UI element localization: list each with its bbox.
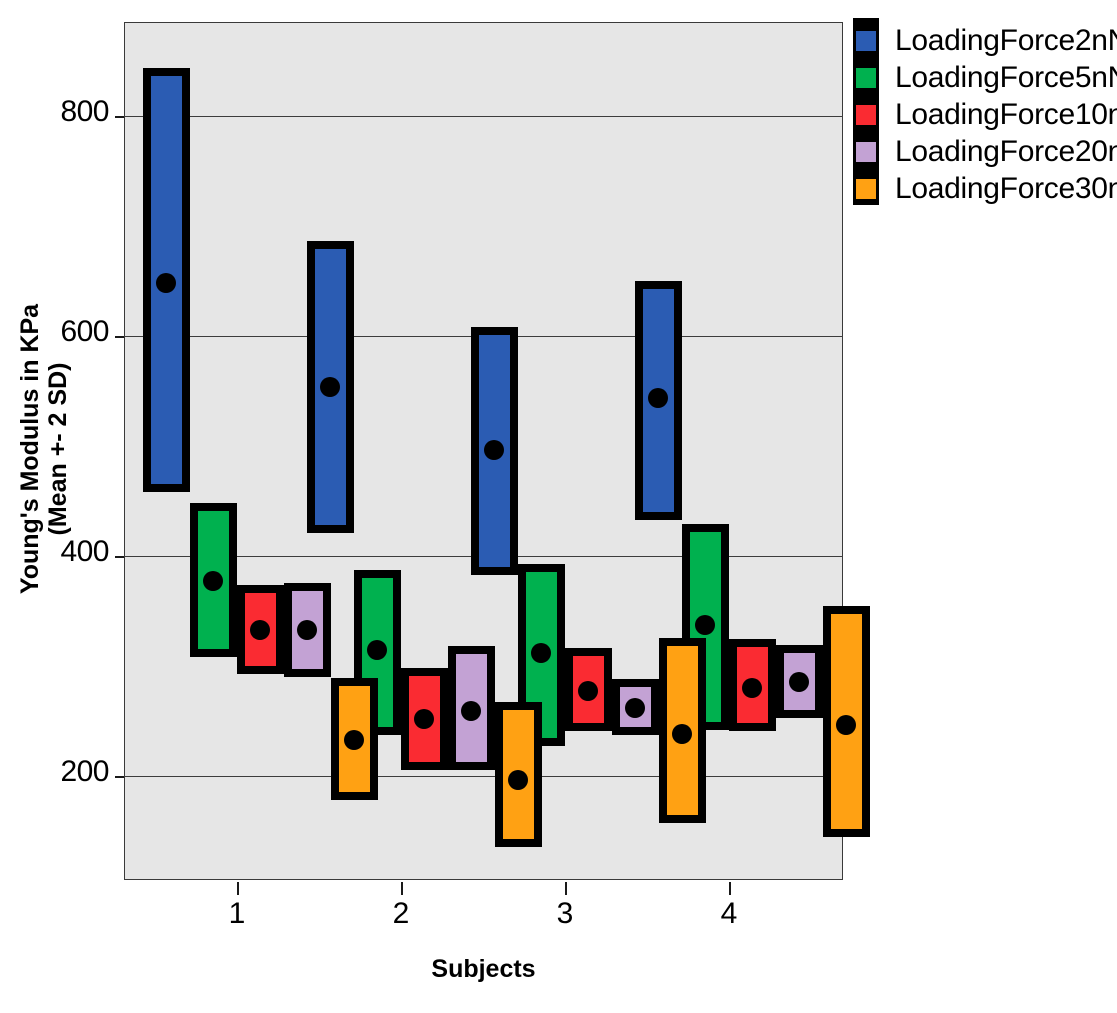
x-tick-mark (729, 882, 731, 895)
y-tick-label: 800 (60, 94, 109, 128)
y-tick-mark (115, 336, 124, 338)
mean-marker-LoadingForce5nN-subject-4 (695, 614, 715, 635)
x-tick-label: 4 (720, 897, 738, 930)
mean-marker-LoadingForce10nN-subject-3 (578, 680, 598, 701)
x-tick-mark (565, 882, 567, 895)
mean-marker-LoadingForce2nN-subject-3 (484, 439, 504, 460)
legend-item-label: LoadingForce30nN (895, 172, 1117, 205)
legend-color-swatch-icon (855, 178, 877, 200)
legend-color-swatch-icon (855, 67, 877, 89)
legend-item-LoadingForce30nN[interactable]: LoadingForce30nN (855, 172, 1117, 206)
mean-marker-LoadingForce5nN-subject-1 (203, 570, 223, 591)
x-tick-label: 2 (392, 897, 410, 930)
legend: LoadingForce2nN LoadingForce5nN LoadingFor… (853, 18, 1117, 208)
legend-color-swatch-icon (855, 30, 877, 52)
y-tick-mark (115, 556, 124, 558)
y-tick-mark (115, 776, 124, 778)
y-tick-label: 200 (60, 754, 109, 788)
legend-item-label: LoadingForce2nN (895, 24, 1117, 57)
legend-item-label: LoadingForce5nN (895, 61, 1117, 94)
x-tick-label: 1 (228, 897, 246, 930)
legend-color-swatch-icon (855, 141, 877, 163)
mean-marker-LoadingForce20nN-subject-2 (461, 700, 481, 721)
legend-color-swatch-icon (855, 104, 877, 126)
mean-marker-LoadingForce30nN-subject-3 (672, 723, 692, 744)
mean-marker-LoadingForce20nN-subject-4 (789, 672, 809, 692)
x-tick-mark (401, 882, 403, 895)
legend-item-LoadingForce2nN[interactable]: LoadingForce2nN (855, 24, 1117, 58)
gridline (124, 776, 843, 777)
x-axis-title: Subjects (431, 955, 536, 983)
legend-item-LoadingForce5nN[interactable]: LoadingForce5nN (855, 61, 1117, 95)
legend-item-LoadingForce20nN[interactable]: LoadingForce20nN (855, 135, 1117, 169)
mean-marker-LoadingForce5nN-subject-2 (367, 640, 387, 661)
legend-item-label: LoadingForce20nN (895, 135, 1117, 168)
legend-item-label: LoadingForce10nN (895, 98, 1117, 131)
mean-marker-LoadingForce10nN-subject-4 (742, 677, 762, 698)
mean-marker-LoadingForce2nN-subject-1 (156, 272, 176, 293)
y-axis-title: Young's Modulus in KPa (Mean +- 2 SD) (16, 303, 72, 595)
y-tick-mark (115, 116, 124, 118)
mean-marker-LoadingForce30nN-subject-4 (836, 714, 856, 735)
x-tick-mark (237, 882, 239, 895)
mean-marker-LoadingForce30nN-subject-2 (508, 769, 528, 790)
x-tick-label: 3 (556, 897, 574, 930)
chart-container: 800 600 400 200 1234 Young's Modulus in KPa… (0, 0, 1117, 1013)
legend-item-LoadingForce10nN[interactable]: LoadingForce10nN (855, 98, 1117, 132)
gridline (124, 116, 843, 117)
